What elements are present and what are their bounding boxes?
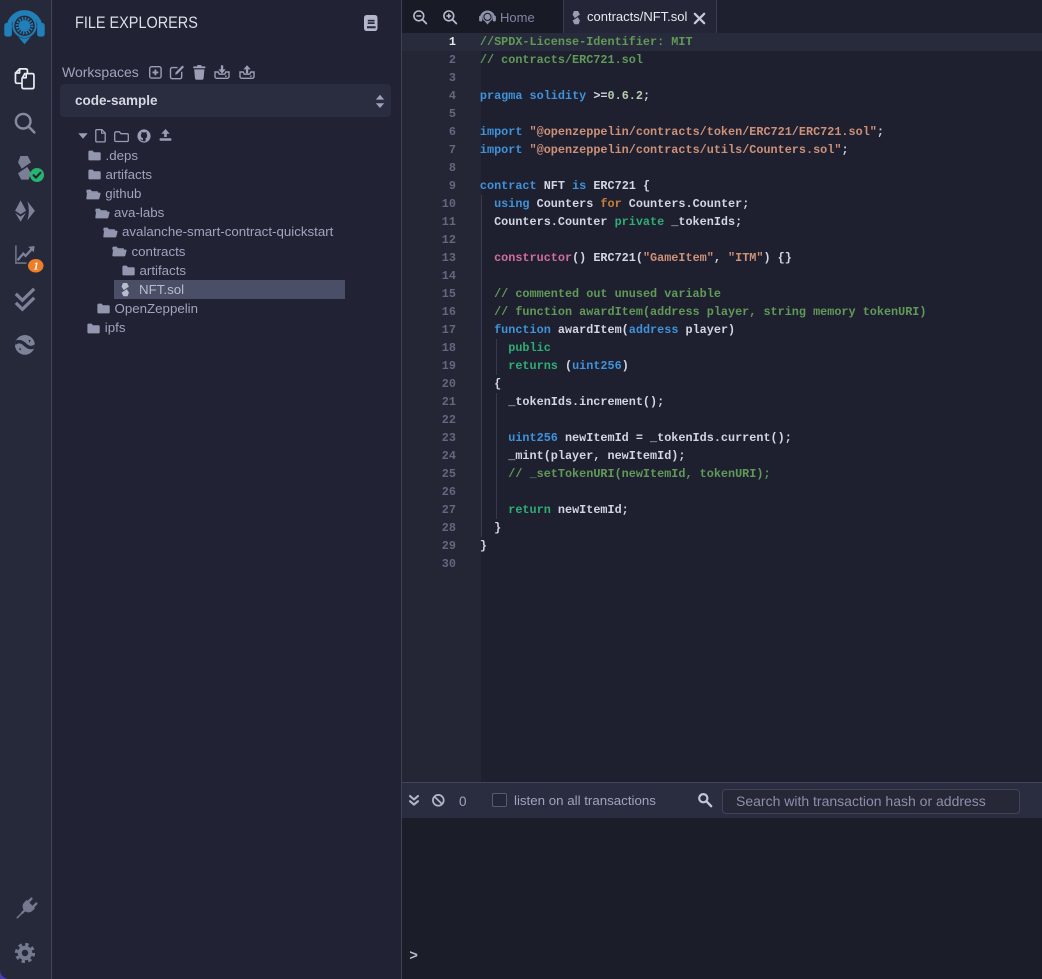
svg-text:1: 1 bbox=[34, 260, 39, 272]
